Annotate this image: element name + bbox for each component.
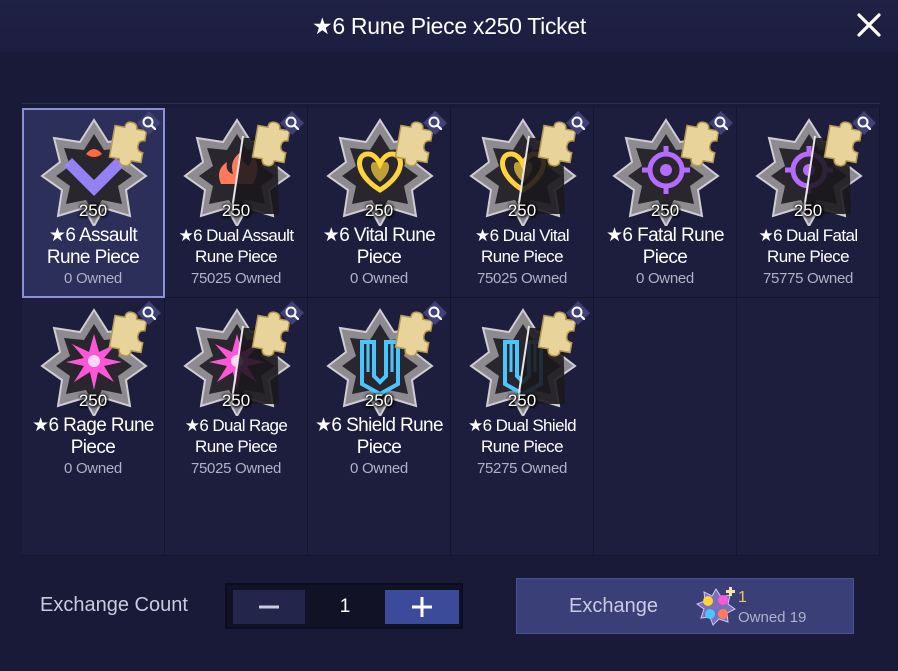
item-owned-count: 75775 Owned [762, 270, 854, 287]
zoom-icon[interactable] [422, 300, 448, 326]
close-icon [857, 13, 881, 37]
item-quantity: 250 [221, 201, 251, 220]
zoom-icon[interactable] [422, 110, 448, 136]
item-quantity: 250 [78, 201, 108, 220]
item-name: ★6 Rage Rune Piece [32, 415, 154, 458]
exchange-label: Exchange [569, 595, 658, 617]
zoom-icon[interactable] [565, 110, 591, 136]
divider [22, 103, 880, 104]
zoom-icon[interactable] [565, 300, 591, 326]
item-owned-count: 0 Owned [350, 460, 408, 477]
item-quantity: 250 [78, 391, 108, 410]
rune-item[interactable]: 250 ★6 Dual Fatal Rune Piece 75775 Owned [737, 108, 880, 298]
decrease-button[interactable] [233, 590, 305, 624]
item-quantity: 250 [221, 391, 251, 410]
item-owned-count: 75025 Owned [476, 270, 568, 287]
zoom-icon[interactable] [708, 110, 734, 136]
item-name: ★6 Dual Vital Rune Piece [474, 226, 570, 266]
title-bar: ★6 Rune Piece x250 Ticket [0, 0, 898, 52]
item-name: ★6 Shield Rune Piece [315, 415, 444, 458]
item-name: ★6 Dual Assault Rune Piece [178, 226, 295, 266]
zoom-icon[interactable] [279, 300, 305, 326]
zoom-icon[interactable] [136, 300, 162, 326]
item-name: ★6 Assault Rune Piece [46, 225, 140, 268]
item-owned-count: 0 Owned [64, 460, 122, 477]
close-button[interactable] [854, 10, 884, 40]
rune-item[interactable]: 250 ★6 Rage Rune Piece 0 Owned [22, 298, 165, 556]
zoom-icon[interactable] [851, 110, 877, 136]
rune-item[interactable]: 250 ★6 Shield Rune Piece 0 Owned [308, 298, 451, 556]
item-owned-count: 0 Owned [636, 270, 694, 287]
zoom-icon[interactable] [279, 110, 305, 136]
rune-ticket-icon [695, 587, 736, 626]
exchange-button[interactable]: Exchange 1 Owned 19 [516, 578, 854, 634]
item-name: ★6 Vital Rune Piece [322, 225, 436, 268]
item-owned-count: 0 Owned [64, 270, 122, 287]
empty-slot [737, 298, 880, 556]
item-quantity: 250 [364, 391, 394, 410]
ticket-owned: Owned 19 [738, 609, 807, 626]
rune-item[interactable]: 250 ★6 Dual Shield Rune Piece 75275 Owned [451, 298, 594, 556]
item-owned-count: 0 Owned [350, 270, 408, 287]
item-owned-count: 75275 Owned [476, 460, 568, 477]
item-quantity: 250 [507, 391, 537, 410]
rune-item[interactable]: 250 ★6 Fatal Rune Piece 0 Owned [594, 108, 737, 298]
item-owned-count: 75025 Owned [190, 270, 282, 287]
item-quantity: 250 [364, 201, 394, 220]
exchange-count-label: Exchange Count [40, 594, 188, 616]
item-owned-count: 75025 Owned [190, 460, 282, 477]
item-quantity: 250 [793, 201, 823, 220]
item-quantity: 250 [507, 201, 537, 220]
item-name: ★6 Dual Rage Rune Piece [184, 416, 288, 456]
quantity-stepper: 1 [225, 583, 463, 629]
page-title: ★6 Rune Piece x250 Ticket [312, 12, 586, 39]
zoom-icon[interactable] [136, 110, 162, 136]
rune-item[interactable]: 250 ★6 Dual Vital Rune Piece 75025 Owned [451, 108, 594, 298]
rune-item[interactable]: 250 ★6 Vital Rune Piece 0 Owned [308, 108, 451, 298]
empty-slot [594, 298, 737, 556]
plus-icon [412, 597, 432, 617]
item-name: ★6 Fatal Rune Piece [605, 225, 725, 268]
count-value[interactable]: 1 [315, 590, 375, 624]
item-quantity: 250 [650, 201, 680, 220]
rune-grid: 250 ★6 Assault Rune Piece 0 Owned 250 ★6 Dua… [22, 108, 880, 556]
item-name: ★6 Dual Fatal Rune Piece [758, 226, 858, 266]
rune-item[interactable]: 250 ★6 Dual Rage Rune Piece 75025 Owned [165, 298, 308, 556]
minus-icon [259, 605, 279, 609]
ticket-count: 1 [738, 589, 747, 606]
item-name: ★6 Dual Shield Rune Piece [468, 416, 577, 456]
increase-button[interactable] [385, 590, 459, 624]
rune-item[interactable]: 250 ★6 Assault Rune Piece 0 Owned [22, 108, 165, 298]
rune-item[interactable]: 250 ★6 Dual Assault Rune Piece 75025 Owned [165, 108, 308, 298]
